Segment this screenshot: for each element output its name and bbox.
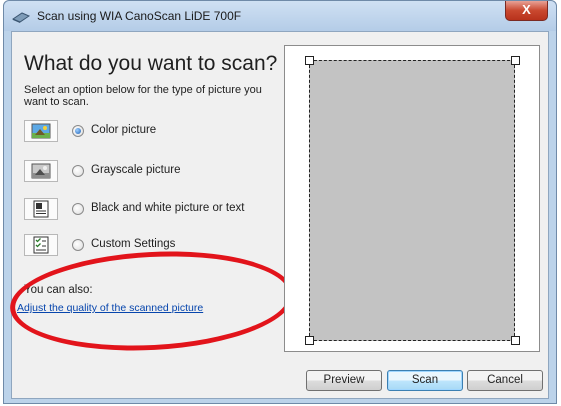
preview-button[interactable]: Preview	[306, 370, 382, 391]
resize-handle-bottom-right[interactable]	[511, 336, 520, 345]
black-white-label[interactable]: Black and white picture or text	[91, 202, 244, 214]
custom-settings-label[interactable]: Custom Settings	[91, 238, 175, 250]
scan-button[interactable]: Scan	[387, 370, 463, 391]
page-title: What do you want to scan?	[24, 52, 278, 75]
cancel-button[interactable]: Cancel	[467, 370, 543, 391]
black-white-text-icon[interactable]	[24, 198, 58, 220]
close-icon: X	[522, 2, 531, 17]
grayscale-picture-radio[interactable]	[72, 165, 84, 177]
color-picture-radio[interactable]	[72, 125, 84, 137]
scan-preview-pane	[284, 45, 540, 352]
color-picture-icon[interactable]	[24, 120, 58, 142]
close-button[interactable]: X	[505, 1, 548, 21]
option-grayscale-picture[interactable]: Grayscale picture	[24, 160, 274, 184]
custom-settings-icon[interactable]	[24, 234, 58, 256]
option-color-picture[interactable]: Color picture	[24, 120, 274, 144]
instructions-text: Select an option below for the type of p…	[24, 84, 262, 108]
scanner-app-icon	[12, 12, 30, 23]
grayscale-picture-icon[interactable]	[24, 160, 58, 182]
resize-handle-top-left[interactable]	[305, 56, 314, 65]
grayscale-picture-label[interactable]: Grayscale picture	[91, 164, 180, 176]
resize-handle-top-right[interactable]	[511, 56, 520, 65]
title-bar[interactable]: Scan using WIA CanoScan LiDE 700F X	[4, 1, 556, 31]
resize-handle-bottom-left[interactable]	[305, 336, 314, 345]
scan-area-selection[interactable]	[309, 60, 515, 341]
black-white-radio[interactable]	[72, 203, 84, 215]
option-black-white[interactable]: Black and white picture or text	[24, 198, 274, 222]
color-picture-label[interactable]: Color picture	[91, 124, 156, 136]
custom-settings-radio[interactable]	[72, 239, 84, 251]
window-title: Scan using WIA CanoScan LiDE 700F	[37, 9, 242, 23]
